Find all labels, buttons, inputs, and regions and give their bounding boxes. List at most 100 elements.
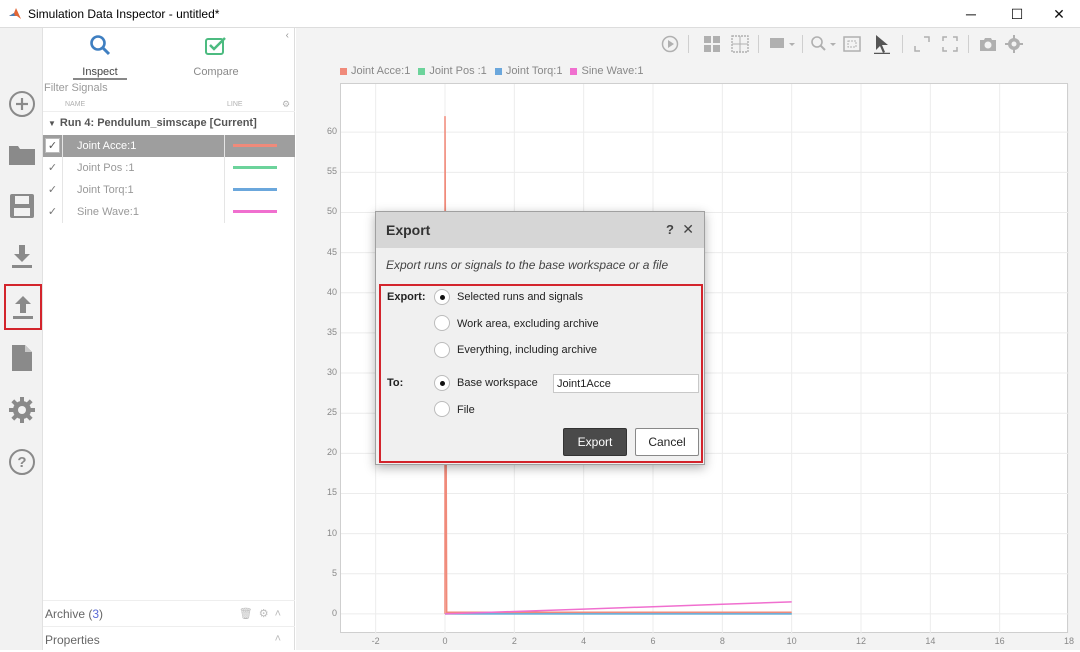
legend-swatch	[418, 67, 426, 75]
import-icon	[12, 245, 32, 268]
export-button[interactable]	[4, 284, 42, 330]
export-icon	[13, 296, 33, 319]
radio-work-area[interactable]	[434, 315, 450, 331]
y-tick-label: 30	[326, 367, 337, 378]
line-color-swatch[interactable]	[233, 210, 277, 213]
save-button[interactable]	[4, 184, 40, 228]
radio-everything[interactable]	[434, 342, 450, 358]
subplot-layout-icon[interactable]	[730, 34, 750, 54]
report-button[interactable]	[4, 336, 40, 380]
cursor-select-icon[interactable]	[872, 34, 892, 54]
to-label: To:	[387, 377, 404, 389]
x-tick-label: 18	[1063, 636, 1074, 646]
tab-compare[interactable]: Compare	[171, 32, 261, 80]
collapse-panel-icon[interactable]: ‹	[286, 30, 289, 41]
open-button[interactable]	[4, 132, 40, 176]
settings-button[interactable]	[4, 388, 40, 432]
new-icon	[9, 91, 35, 117]
tool-rail: ?	[0, 28, 43, 650]
export-options-group: Export: Selected runs and signals Work a…	[379, 284, 703, 463]
radio-base-workspace[interactable]	[434, 375, 450, 391]
archive-label: Archive (	[45, 606, 93, 621]
column-settings-icon[interactable]: ⚙	[282, 99, 290, 110]
help-button[interactable]: ?	[4, 440, 40, 484]
y-tick-label: 45	[326, 246, 337, 257]
expand-arrow-icon[interactable]: ▼	[48, 119, 56, 128]
y-tick-label: 20	[326, 447, 337, 458]
run-row[interactable]: ▼ Run 4: Pendulum_simscape [Current]	[43, 112, 295, 134]
y-tick-label: 40	[326, 286, 337, 297]
fullscreen-icon[interactable]	[940, 34, 960, 54]
x-tick-label: 14	[925, 636, 936, 646]
archive-section[interactable]: Archive (3) 🗑⚙˄	[43, 600, 295, 626]
y-tick-label: 10	[326, 527, 337, 538]
legend-item[interactable]: Joint Pos :1	[418, 65, 487, 77]
line-color-swatch[interactable]	[233, 144, 277, 147]
x-tick-label: 12	[855, 636, 866, 646]
minimize-button[interactable]: ─	[948, 0, 994, 28]
properties-label: Properties	[45, 632, 100, 647]
dialog-title: Export	[386, 222, 431, 238]
legend-item[interactable]: Joint Torq:1	[494, 65, 563, 77]
matlab-logo-icon	[9, 7, 21, 19]
svg-text:?: ?	[17, 454, 26, 471]
variable-name-input[interactable]	[553, 374, 699, 393]
legend-swatch	[494, 67, 502, 75]
import-button[interactable]	[4, 234, 40, 278]
legend-item[interactable]: Sine Wave:1	[570, 65, 643, 77]
close-button[interactable]: ✕	[1036, 0, 1080, 28]
column-line-header: LINE	[227, 101, 243, 108]
x-tick-label: 8	[719, 636, 725, 646]
signal-name: Sine Wave:1	[77, 206, 139, 218]
export-dialog: Export ? ✕ Export runs or signals to the…	[375, 211, 705, 465]
help-icon: ?	[9, 449, 35, 475]
radio-selected-runs[interactable]	[434, 289, 450, 305]
signal-row[interactable]: ✓ Joint Torq:1	[43, 179, 295, 201]
signal-panel: Inspect Compare ‹ Filter Signals NAME LI…	[43, 28, 295, 650]
signal-name: Joint Acce:1	[77, 140, 137, 152]
legend-item[interactable]: Joint Acce:1	[340, 65, 410, 77]
layout-grid-icon[interactable]	[702, 34, 722, 54]
x-tick-label: 6	[650, 636, 656, 646]
radio-file-label: File	[457, 404, 475, 416]
export-button[interactable]: Export	[563, 428, 627, 456]
zoom-menu-icon[interactable]	[810, 34, 838, 54]
signal-checkbox[interactable]: ✓	[45, 160, 60, 175]
signal-checkbox[interactable]: ✓	[45, 138, 60, 153]
camera-icon[interactable]	[978, 34, 998, 54]
filter-signals-input[interactable]: Filter Signals	[43, 82, 295, 98]
visualization-menu-icon[interactable]	[768, 34, 798, 54]
legend-label: Joint Torq:1	[505, 65, 563, 77]
signal-row[interactable]: ✓ Joint Acce:1	[43, 135, 295, 157]
legend-label: Joint Acce:1	[351, 65, 411, 77]
help-icon[interactable]: ?	[666, 222, 674, 237]
new-button[interactable]	[4, 82, 40, 126]
line-color-swatch[interactable]	[233, 188, 277, 191]
close-icon[interactable]: ✕	[682, 221, 694, 238]
tab-inspect[interactable]: Inspect	[55, 32, 145, 80]
x-tick-label: 4	[581, 636, 587, 646]
report-icon	[12, 345, 32, 371]
expand-icon[interactable]	[912, 34, 932, 54]
maximize-button[interactable]: ☐	[994, 0, 1040, 28]
radio-everything-label: Everything, including archive	[457, 344, 598, 356]
cancel-button[interactable]: Cancel	[635, 428, 699, 456]
signal-row[interactable]: ✓ Sine Wave:1	[43, 201, 295, 223]
line-color-swatch[interactable]	[233, 166, 277, 169]
signal-row[interactable]: ✓ Joint Pos :1	[43, 157, 295, 179]
properties-section[interactable]: Properties ˄	[43, 626, 295, 652]
x-tick-label: 16	[994, 636, 1005, 646]
archive-count: 3	[92, 606, 100, 621]
play-icon[interactable]	[660, 34, 680, 54]
plot-settings-icon[interactable]	[1004, 34, 1024, 54]
signal-checkbox[interactable]: ✓	[45, 182, 60, 197]
expand-properties-icon[interactable]: ˄	[275, 633, 287, 645]
radio-selected-runs-label: Selected runs and signals	[457, 291, 583, 303]
archive-actions-icons[interactable]: 🗑⚙˄	[239, 607, 287, 620]
export-label: Export:	[387, 291, 426, 303]
archive-close-paren: )	[99, 606, 104, 621]
radio-file[interactable]	[434, 401, 450, 417]
fit-to-view-icon[interactable]	[842, 34, 862, 54]
compare-check-icon	[205, 37, 226, 55]
signal-checkbox[interactable]: ✓	[45, 204, 60, 219]
